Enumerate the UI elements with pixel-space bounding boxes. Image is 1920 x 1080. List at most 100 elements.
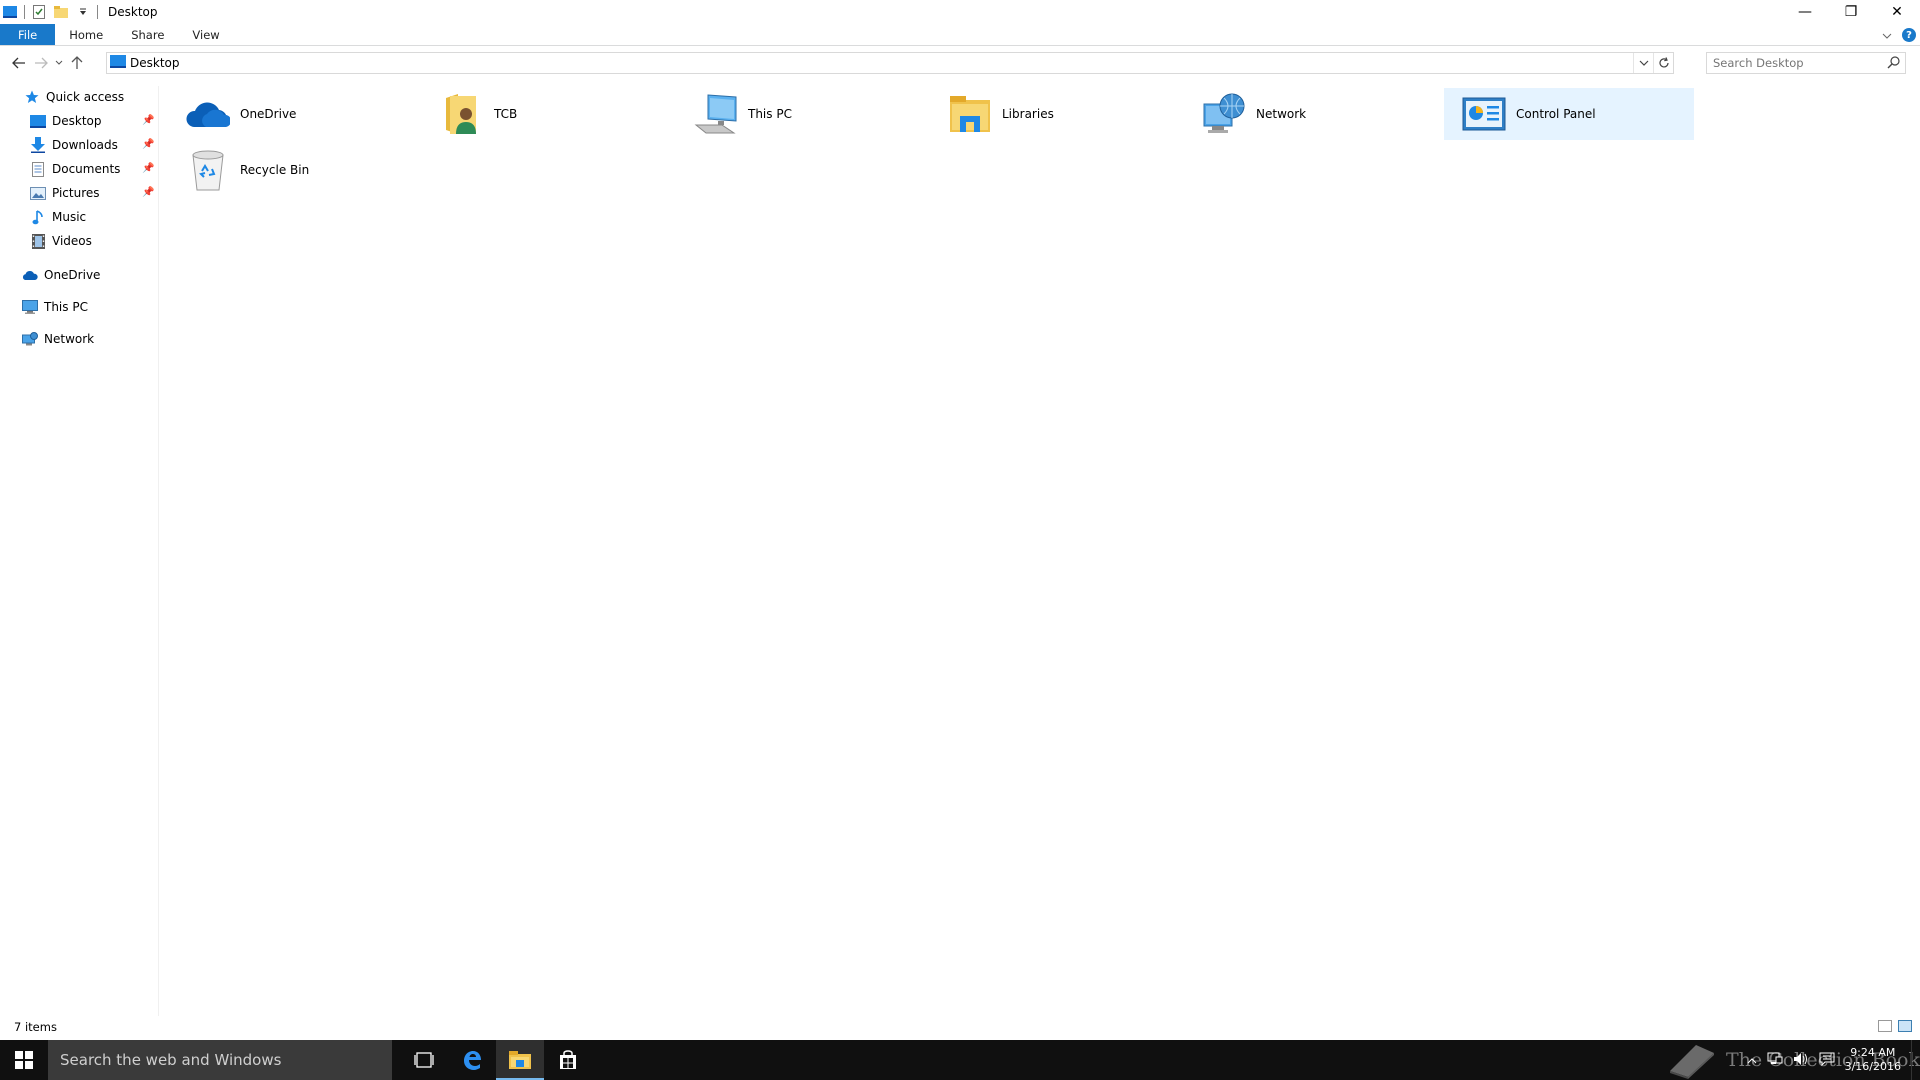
task-view-icon: [414, 1052, 434, 1068]
sidebar-item-music[interactable]: Music: [30, 206, 86, 228]
pin-icon[interactable]: 📌: [142, 115, 154, 126]
computer-icon: [22, 299, 38, 315]
chevron-down-icon: [1639, 60, 1648, 66]
tab-home[interactable]: Home: [55, 24, 117, 45]
ribbon-right-controls: ?: [1882, 24, 1916, 46]
store-icon: [560, 1050, 576, 1069]
file-explorer-button[interactable]: [496, 1040, 544, 1080]
window-title: Desktop: [108, 5, 158, 19]
forward-button[interactable]: [30, 52, 52, 74]
pane-divider[interactable]: [158, 86, 159, 1016]
sidebar-item-quick-access[interactable]: Quick access: [24, 86, 124, 108]
sidebar-item-label: This PC: [44, 300, 88, 314]
list-item[interactable]: Recycle Bin: [168, 144, 418, 196]
properties-icon[interactable]: [31, 4, 47, 20]
sidebar-item-label: Desktop: [52, 114, 102, 128]
onedrive-icon: [184, 90, 232, 138]
list-item[interactable]: TCB: [422, 88, 672, 140]
minimize-button[interactable]: —: [1782, 0, 1828, 24]
help-icon[interactable]: ?: [1902, 28, 1916, 42]
sidebar-item-label: Network: [44, 332, 95, 346]
back-button[interactable]: [8, 52, 30, 74]
minimize-icon: —: [1798, 4, 1812, 20]
new-folder-icon[interactable]: [53, 4, 69, 20]
sidebar-item-pictures[interactable]: Pictures: [30, 182, 100, 204]
clock[interactable]: 9:24 AM 3/16/2016: [1845, 1046, 1901, 1074]
sidebar-item-documents[interactable]: Documents: [30, 158, 120, 180]
sidebar-item-videos[interactable]: Videos: [30, 230, 92, 252]
control-panel-icon: [1460, 90, 1508, 138]
show-hidden-icons-icon[interactable]: [1747, 1053, 1757, 1067]
recent-locations-button[interactable]: [52, 52, 66, 74]
start-button[interactable]: [0, 1040, 48, 1080]
tab-file[interactable]: File: [0, 24, 56, 45]
sidebar-item-label: Quick access: [46, 90, 125, 104]
book-icon: [1670, 1045, 1714, 1079]
sidebar-item-label: Music: [52, 210, 87, 224]
back-arrow-icon: [12, 57, 25, 69]
large-icons-view-button[interactable]: [1898, 1020, 1912, 1032]
close-button[interactable]: ✕: [1874, 0, 1920, 24]
list-item[interactable]: Libraries: [930, 88, 1180, 140]
pin-icon[interactable]: 📌: [142, 187, 154, 198]
forward-arrow-icon: [35, 57, 48, 69]
quick-access-toolbar: [0, 0, 104, 24]
address-dropdown-button[interactable]: [1633, 53, 1653, 73]
document-icon: [30, 161, 46, 177]
sidebar-item-onedrive[interactable]: OneDrive: [22, 264, 100, 286]
desktop-icon: [30, 113, 46, 129]
sidebar-item-this-pc[interactable]: This PC: [22, 296, 88, 318]
address-row: Desktop: [0, 50, 1920, 76]
sidebar-item-label: Pictures: [52, 186, 100, 200]
pin-icon[interactable]: 📌: [142, 163, 154, 174]
action-center-icon[interactable]: [1819, 1052, 1835, 1069]
status-bar: 7 items: [0, 1016, 1920, 1038]
pin-icon[interactable]: 📌: [142, 139, 154, 150]
customize-qat-icon[interactable]: [75, 4, 91, 20]
details-view-button[interactable]: [1878, 1020, 1892, 1032]
sidebar-item-downloads[interactable]: Downloads: [30, 134, 118, 156]
item-label: OneDrive: [240, 107, 297, 121]
explorer-window-icon[interactable]: [2, 4, 18, 20]
address-end-buttons: [1633, 53, 1673, 73]
restore-button[interactable]: ❐: [1828, 0, 1874, 24]
qat-separator: [97, 5, 98, 19]
network-icon: [22, 331, 38, 347]
search-box[interactable]: [1706, 52, 1906, 74]
store-button[interactable]: [544, 1040, 592, 1080]
list-item[interactable]: This PC: [676, 88, 926, 140]
edge-icon: [464, 1051, 481, 1070]
search-input[interactable]: [1707, 56, 1877, 70]
recycle-bin-icon: [184, 146, 232, 194]
computer-icon: [692, 90, 740, 138]
sidebar-item-desktop[interactable]: Desktop: [30, 110, 102, 132]
clock-date: 3/16/2016: [1844, 1060, 1901, 1073]
list-item[interactable]: Control Panel: [1444, 88, 1694, 140]
task-view-button[interactable]: [400, 1040, 448, 1080]
item-label: Recycle Bin: [240, 163, 310, 177]
volume-icon[interactable]: [1793, 1052, 1809, 1069]
search-icon[interactable]: [1887, 56, 1900, 72]
refresh-button[interactable]: [1653, 53, 1673, 73]
tab-view[interactable]: View: [178, 24, 233, 45]
title-bar: Desktop — ❐ ✕: [0, 0, 1920, 24]
up-arrow-icon: [71, 56, 83, 69]
network-tray-icon[interactable]: [1767, 1052, 1783, 1069]
clock-time: 9:24 AM: [1850, 1046, 1896, 1059]
taskbar-search-placeholder: Search the web and Windows: [60, 1051, 282, 1069]
sidebar-item-network[interactable]: Network: [22, 328, 94, 350]
address-bar[interactable]: Desktop: [106, 52, 1674, 74]
show-desktop-button[interactable]: [1911, 1040, 1912, 1080]
windows-logo-icon: [15, 1051, 33, 1069]
edge-button[interactable]: [448, 1040, 496, 1080]
list-item[interactable]: Network: [1184, 88, 1434, 140]
expand-ribbon-icon[interactable]: [1882, 28, 1892, 42]
item-label: Network: [1256, 107, 1307, 121]
restore-icon: ❐: [1844, 4, 1858, 20]
up-button[interactable]: [66, 52, 88, 74]
tab-share[interactable]: Share: [117, 24, 178, 45]
address-path[interactable]: Desktop: [130, 56, 180, 70]
film-strip-icon: [30, 233, 46, 249]
taskbar-search-box[interactable]: Search the web and Windows: [48, 1040, 392, 1080]
list-item[interactable]: OneDrive: [168, 88, 418, 140]
